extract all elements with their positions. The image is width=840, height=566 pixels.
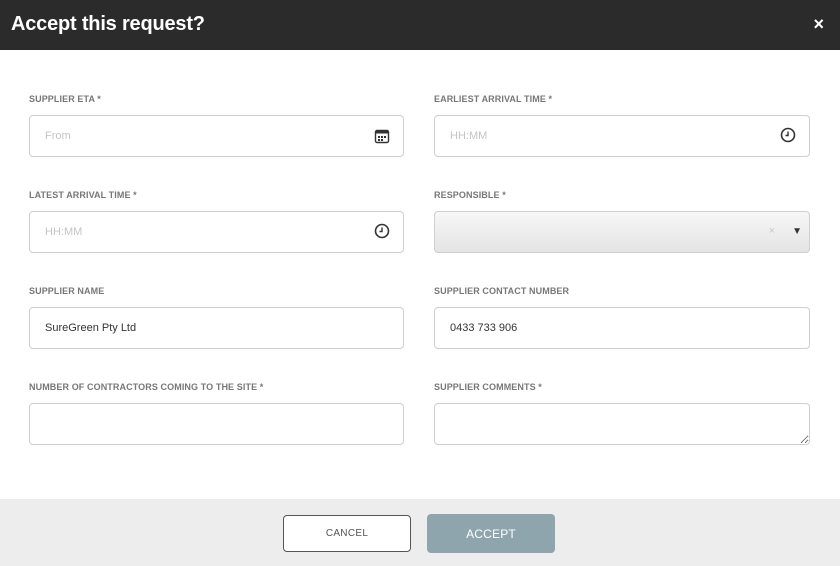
modal-footer: CANCEL ACCEPT (0, 499, 840, 566)
num-contractors-input[interactable] (29, 403, 404, 445)
chevron-down-icon[interactable]: ▼ (792, 226, 802, 237)
clock-icon[interactable] (374, 223, 390, 239)
responsible-label: RESPONSIBLE * (434, 190, 506, 200)
cancel-button[interactable]: CANCEL (283, 515, 411, 552)
accept-button[interactable]: ACCEPT (427, 514, 555, 553)
clear-icon[interactable]: × (769, 225, 775, 237)
supplier-eta-label: SUPPLIER ETA * (29, 94, 101, 104)
clock-icon[interactable] (780, 127, 796, 143)
earliest-arrival-input[interactable] (434, 115, 810, 157)
close-icon[interactable]: × (813, 14, 824, 34)
supplier-contact-label: SUPPLIER CONTACT NUMBER (434, 286, 570, 296)
supplier-comments-textarea[interactable] (434, 403, 810, 445)
supplier-name-label: SUPPLIER NAME (29, 286, 105, 296)
num-contractors-label: NUMBER OF CONTRACTORS COMING TO THE SITE… (29, 382, 264, 392)
latest-arrival-input[interactable] (29, 211, 404, 253)
responsible-select[interactable]: × ▼ (434, 211, 810, 253)
calendar-icon[interactable] (374, 128, 390, 144)
earliest-arrival-label: EARLIEST ARRIVAL TIME * (434, 94, 553, 104)
modal-header: Accept this request? × (0, 0, 840, 50)
latest-arrival-label: LATEST ARRIVAL TIME * (29, 190, 137, 200)
modal-title: Accept this request? (11, 13, 205, 35)
supplier-contact-input[interactable] (434, 307, 810, 349)
supplier-name-input[interactable] (29, 307, 404, 349)
supplier-eta-input[interactable] (29, 115, 404, 157)
supplier-comments-label: SUPPLIER COMMENTS * (434, 382, 542, 392)
